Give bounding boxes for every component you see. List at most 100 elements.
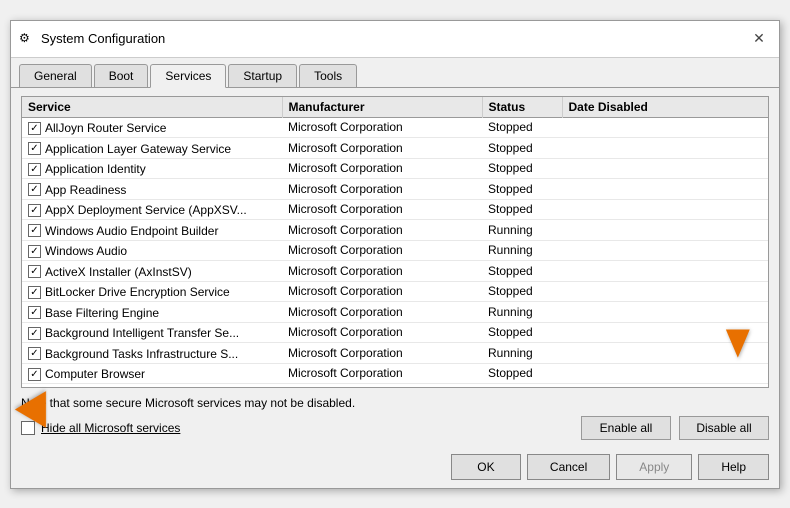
table-row[interactable]: Computer Browser Microsoft Corporation S… bbox=[22, 363, 768, 384]
tab-boot[interactable]: Boot bbox=[94, 64, 149, 87]
service-manufacturer-6: Microsoft Corporation bbox=[282, 240, 482, 261]
table-row[interactable]: AppX Deployment Service (AppXSV... Micro… bbox=[22, 199, 768, 220]
service-status-3: Stopped bbox=[482, 179, 562, 200]
service-date-3 bbox=[562, 179, 768, 200]
service-checkbox-6[interactable] bbox=[28, 245, 41, 258]
service-name-7: ActiveX Installer (AxInstSV) bbox=[45, 265, 192, 279]
tab-services[interactable]: Services bbox=[150, 64, 226, 88]
service-name-0: AllJoyn Router Service bbox=[45, 121, 166, 135]
service-date-2 bbox=[562, 158, 768, 179]
service-name-6: Windows Audio bbox=[45, 244, 127, 258]
service-manufacturer-8: Microsoft Corporation bbox=[282, 281, 482, 302]
table-row[interactable]: BitLocker Drive Encryption Service Micro… bbox=[22, 281, 768, 302]
service-date-9 bbox=[562, 302, 768, 323]
service-manufacturer-12: Microsoft Corporation bbox=[282, 363, 482, 384]
table-row[interactable]: Bluetooth Handsfree Service Microsoft Co… bbox=[22, 384, 768, 387]
tab-tools[interactable]: Tools bbox=[299, 64, 357, 87]
service-checkbox-2[interactable] bbox=[28, 163, 41, 176]
service-checkbox-5[interactable] bbox=[28, 224, 41, 237]
table-row[interactable]: Windows Audio Endpoint Builder Microsoft… bbox=[22, 220, 768, 241]
table-row[interactable]: Background Intelligent Transfer Se... Mi… bbox=[22, 322, 768, 343]
service-manufacturer-4: Microsoft Corporation bbox=[282, 199, 482, 220]
help-button[interactable]: Help bbox=[698, 454, 769, 480]
service-status-11: Running bbox=[482, 343, 562, 364]
col-service[interactable]: Service bbox=[22, 97, 282, 118]
col-manufacturer[interactable]: Manufacturer bbox=[282, 97, 482, 118]
service-name-cell: Background Tasks Infrastructure S... bbox=[22, 343, 282, 364]
hide-ms-checkbox[interactable] bbox=[21, 421, 35, 435]
service-name-cell: AllJoyn Router Service bbox=[22, 117, 282, 138]
service-checkbox-0[interactable] bbox=[28, 122, 41, 135]
service-status-6: Running bbox=[482, 240, 562, 261]
col-status[interactable]: Status bbox=[482, 97, 562, 118]
service-name-9: Base Filtering Engine bbox=[45, 306, 159, 320]
hide-ms-row: Hide all Microsoft services bbox=[21, 421, 180, 435]
service-name-cell: Application Identity bbox=[22, 158, 282, 179]
window-title: System Configuration bbox=[41, 31, 165, 46]
service-date-8 bbox=[562, 281, 768, 302]
ok-button[interactable]: OK bbox=[451, 454, 521, 480]
service-name-4: AppX Deployment Service (AppXSV... bbox=[45, 203, 247, 217]
service-manufacturer-9: Microsoft Corporation bbox=[282, 302, 482, 323]
service-status-2: Stopped bbox=[482, 158, 562, 179]
table-row[interactable]: Base Filtering Engine Microsoft Corporat… bbox=[22, 302, 768, 323]
service-manufacturer-7: Microsoft Corporation bbox=[282, 261, 482, 282]
col-date-disabled[interactable]: Date Disabled bbox=[562, 97, 768, 118]
service-name-cell: BitLocker Drive Encryption Service bbox=[22, 281, 282, 302]
table-row[interactable]: Windows Audio Microsoft Corporation Runn… bbox=[22, 240, 768, 261]
service-manufacturer-2: Microsoft Corporation bbox=[282, 158, 482, 179]
service-manufacturer-1: Microsoft Corporation bbox=[282, 138, 482, 159]
service-checkbox-7[interactable] bbox=[28, 265, 41, 278]
enable-all-button[interactable]: Enable all bbox=[581, 416, 671, 440]
service-status-8: Stopped bbox=[482, 281, 562, 302]
service-manufacturer-0: Microsoft Corporation bbox=[282, 117, 482, 138]
service-manufacturer-11: Microsoft Corporation bbox=[282, 343, 482, 364]
service-checkbox-3[interactable] bbox=[28, 183, 41, 196]
service-name-12: Computer Browser bbox=[45, 367, 145, 381]
service-manufacturer-13: Microsoft Corporation bbox=[282, 384, 482, 387]
service-date-11 bbox=[562, 343, 768, 364]
apply-button[interactable]: Apply bbox=[616, 454, 692, 480]
service-checkbox-11[interactable] bbox=[28, 347, 41, 360]
service-status-7: Stopped bbox=[482, 261, 562, 282]
table-row[interactable]: Application Layer Gateway Service Micros… bbox=[22, 138, 768, 159]
disable-all-button[interactable]: Disable all bbox=[679, 416, 769, 440]
service-date-0 bbox=[562, 117, 768, 138]
hide-ms-label: Hide all Microsoft services bbox=[41, 421, 180, 435]
service-checkbox-4[interactable] bbox=[28, 204, 41, 217]
service-name-8: BitLocker Drive Encryption Service bbox=[45, 285, 230, 299]
service-status-9: Running bbox=[482, 302, 562, 323]
service-checkbox-9[interactable] bbox=[28, 306, 41, 319]
service-name-cell: ActiveX Installer (AxInstSV) bbox=[22, 261, 282, 282]
close-button[interactable]: ✕ bbox=[747, 27, 771, 51]
cancel-button[interactable]: Cancel bbox=[527, 454, 610, 480]
enable-disable-buttons: Enable all Disable all bbox=[581, 416, 769, 440]
service-date-7 bbox=[562, 261, 768, 282]
table-row[interactable]: ActiveX Installer (AxInstSV) Microsoft C… bbox=[22, 261, 768, 282]
table-row[interactable]: App Readiness Microsoft Corporation Stop… bbox=[22, 179, 768, 200]
service-name-2: Application Identity bbox=[45, 162, 146, 176]
service-name-1: Application Layer Gateway Service bbox=[45, 142, 231, 156]
service-checkbox-12[interactable] bbox=[28, 368, 41, 381]
service-checkbox-1[interactable] bbox=[28, 142, 41, 155]
tab-general[interactable]: General bbox=[19, 64, 92, 87]
table-row[interactable]: Application Identity Microsoft Corporati… bbox=[22, 158, 768, 179]
services-table-container: Service Manufacturer Status Date Disable… bbox=[21, 96, 769, 388]
service-manufacturer-10: Microsoft Corporation bbox=[282, 322, 482, 343]
service-date-4 bbox=[562, 199, 768, 220]
service-name-cell: Application Layer Gateway Service bbox=[22, 138, 282, 159]
service-date-13 bbox=[562, 384, 768, 387]
service-name-11: Background Tasks Infrastructure S... bbox=[45, 347, 238, 361]
table-row[interactable]: AllJoyn Router Service Microsoft Corpora… bbox=[22, 117, 768, 138]
service-name-cell: Windows Audio Endpoint Builder bbox=[22, 220, 282, 241]
service-name-cell: App Readiness bbox=[22, 179, 282, 200]
service-date-5 bbox=[562, 220, 768, 241]
tab-startup[interactable]: Startup bbox=[228, 64, 297, 87]
services-table-scroll[interactable]: Service Manufacturer Status Date Disable… bbox=[22, 97, 768, 387]
service-checkbox-10[interactable] bbox=[28, 327, 41, 340]
service-checkbox-8[interactable] bbox=[28, 286, 41, 299]
service-date-10 bbox=[562, 322, 768, 343]
system-configuration-window: ⚙ System Configuration ✕ General Boot Se… bbox=[10, 20, 780, 489]
table-row[interactable]: Background Tasks Infrastructure S... Mic… bbox=[22, 343, 768, 364]
service-status-4: Stopped bbox=[482, 199, 562, 220]
